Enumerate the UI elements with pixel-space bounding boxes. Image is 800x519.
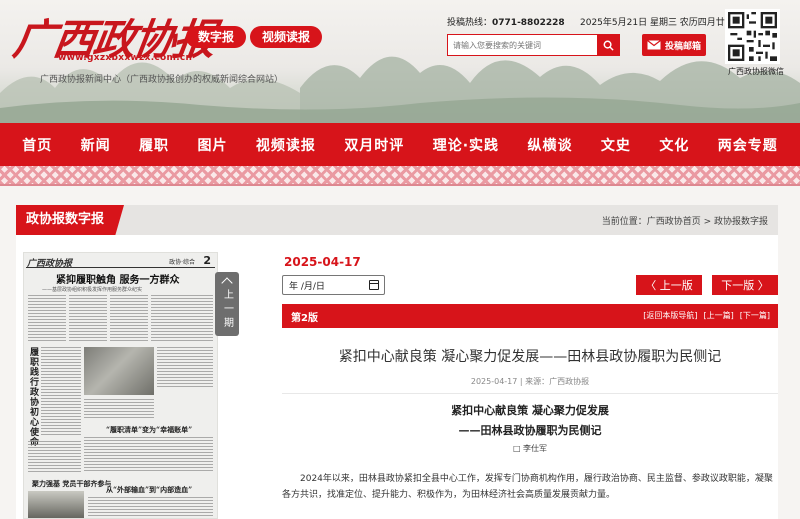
paper-photo xyxy=(84,347,154,395)
article-panel: 2025-04-17 年 /月/日 〈 上一版 下一版 〉 第2版 [返回本版导… xyxy=(282,235,778,519)
nav-item-sessions[interactable]: 两会专题 xyxy=(718,135,778,155)
paper-section: 政协·综合 xyxy=(169,259,195,266)
next-article-link[interactable]: [下一篇] xyxy=(740,310,770,321)
page-label: 第2版 xyxy=(291,313,318,324)
search-box xyxy=(447,34,620,56)
qr-code-icon xyxy=(728,12,777,61)
nav-item-home[interactable]: 首页 xyxy=(22,135,52,155)
current-date: 2025年5月21日 星期三 农历四月廿四 xyxy=(580,18,734,28)
site-tagline: 广西政协报新闻中心（广西政协报创办的权威新闻综合网站） xyxy=(40,75,284,85)
article-divider xyxy=(282,393,778,394)
paper-text-block xyxy=(110,295,148,343)
prev-page-label: 上一版 xyxy=(659,279,693,292)
date-picker-value: 年 /月/日 xyxy=(289,281,325,292)
back-to-nav-link[interactable]: [返回本版导航] xyxy=(643,310,697,321)
hotline: 投稿热线：0771-8802228 xyxy=(447,15,565,28)
paper-text-block xyxy=(84,437,213,473)
chevron-right-icon: 〉 xyxy=(754,279,769,292)
digital-paper-button[interactable]: 数字报 xyxy=(186,26,247,48)
paper-mini-headline[interactable]: 聚力强基 党员干部齐参与 xyxy=(32,479,111,489)
nav-item-video[interactable]: 视频读报 xyxy=(256,135,316,155)
paper-mini-headline[interactable]: “履职清单”变为“幸福账单” xyxy=(106,425,192,435)
search-input[interactable] xyxy=(448,35,597,55)
paper-text-block xyxy=(41,347,81,437)
nav-item-culture[interactable]: 文化 xyxy=(659,135,689,155)
paper-text-block xyxy=(157,347,213,387)
paper-text-block xyxy=(69,295,107,343)
paper-text-block xyxy=(151,295,213,343)
paper-page-number: 2 xyxy=(203,254,211,267)
calendar-icon[interactable] xyxy=(369,280,379,290)
nav-item-news[interactable]: 新闻 xyxy=(81,135,111,155)
video-paper-button[interactable]: 视频读报 xyxy=(250,26,323,48)
nav-item-photos[interactable]: 图片 xyxy=(197,135,227,155)
nav-item-commentary[interactable]: 双月时评 xyxy=(344,135,404,155)
decorative-pattern-band xyxy=(0,166,800,186)
main-nav: 首页 新闻 履职 图片 视频读报 双月时评 理论·实践 纵横谈 文史 文化 两会… xyxy=(0,123,800,166)
next-page-label: 下一版 xyxy=(721,279,755,292)
next-page-button[interactable]: 下一版 〉 xyxy=(712,275,778,295)
hotline-label: 投稿热线： xyxy=(447,18,493,28)
date-picker-input[interactable]: 年 /月/日 xyxy=(282,275,385,295)
submit-mail-button[interactable]: 投稿邮箱 xyxy=(642,34,706,56)
nav-item-discussion[interactable]: 纵横谈 xyxy=(527,135,572,155)
section-title-bar: 政协报数字报 当前位置：广西政协首页 > 政协报数字报 xyxy=(16,205,778,235)
paper-rule xyxy=(26,267,215,268)
main-content: 广西政协报 政协·综合 2 紧抑履职触角 服务一方群众 ——基层政协组织积极发挥… xyxy=(16,235,778,519)
chevron-left-icon: 〈 xyxy=(645,279,660,292)
paper-text-block xyxy=(88,497,213,518)
hotline-number: 0771-8802228 xyxy=(492,18,565,28)
paper-text-block xyxy=(28,441,81,473)
mail-label: 投稿邮箱 xyxy=(664,41,701,52)
nav-item-history[interactable]: 文史 xyxy=(601,135,631,155)
section-title: 政协报数字报 xyxy=(16,205,124,235)
previous-issue-label: 上一期 xyxy=(221,289,233,331)
newspaper-page-image[interactable]: 广西政协报 政协·综合 2 紧抑履职触角 服务一方群众 ——基层政协组织积极发挥… xyxy=(23,252,218,519)
wechat-qr-code xyxy=(725,9,780,64)
search-button[interactable] xyxy=(597,35,619,55)
paper-headline[interactable]: 紧抑履职触角 服务一方群众 xyxy=(56,271,179,286)
paper-photo xyxy=(28,491,84,518)
issue-date: 2025-04-17 xyxy=(284,255,361,269)
previous-issue-button[interactable]: 上一期 xyxy=(215,272,239,336)
paper-text-block xyxy=(84,399,154,419)
nav-item-theory[interactable]: 理论·实践 xyxy=(433,135,499,155)
breadcrumb: 当前位置：广西政协首页 > 政协报数字报 xyxy=(601,217,768,227)
article-author: □ 李仕军 xyxy=(512,444,548,453)
site-header: 广西政协报 www.gxzxbxxwzx.com.cn 广西政协报新闻中心（广西… xyxy=(0,0,800,123)
page-links: [返回本版导航] [上一篇] [下一篇] xyxy=(643,310,770,321)
prev-article-link[interactable]: [上一篇] xyxy=(704,310,734,321)
page-bar: 第2版 [返回本版导航] [上一篇] [下一篇] xyxy=(282,304,778,328)
paper-mini-headline[interactable]: 从“外部输血”到“内部造血” xyxy=(106,485,192,495)
search-icon xyxy=(603,40,614,51)
paper-text-block xyxy=(28,295,66,343)
article-body: 2024年以来，田林县政协紧扣全县中心工作，发挥专门协商机构作用，履行政治协商、… xyxy=(282,474,773,500)
prev-page-button[interactable]: 〈 上一版 xyxy=(636,275,702,295)
article-title: 紧扣中心献良策 凝心聚力促发展——田林县政协履职为民侧记 xyxy=(338,349,722,365)
article-meta: 2025-04-17 | 来源：广西政协报 xyxy=(470,377,590,386)
site-url: www.gxzxbxxwzx.com.cn xyxy=(58,53,193,63)
paper-vertical-headline[interactable]: 履职践行政协初心使命 xyxy=(27,347,40,447)
paper-subline: ——基层政协组织积极发挥作用服务群众纪实 xyxy=(42,287,143,293)
qr-label: 广西政协报微信 xyxy=(728,67,784,76)
chevron-up-icon xyxy=(221,277,233,289)
article-subtitle-main: 紧扣中心献良策 凝心聚力促发展 xyxy=(451,404,609,417)
nav-item-duty[interactable]: 履职 xyxy=(139,135,169,155)
mail-icon xyxy=(647,40,661,50)
article-subtitle-sub: ——田林县政协履职为民侧记 xyxy=(458,424,602,437)
